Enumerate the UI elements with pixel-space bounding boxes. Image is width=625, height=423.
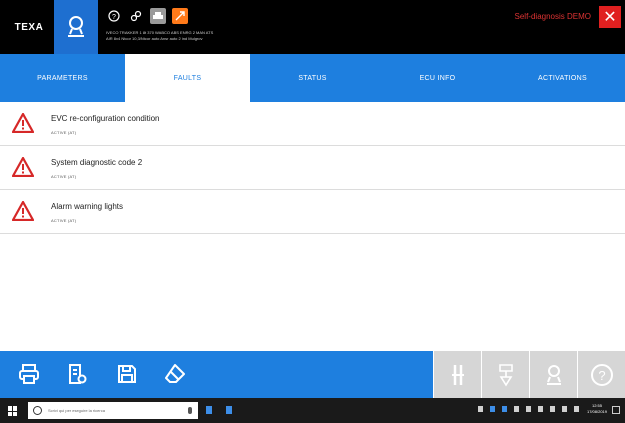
taskbar-app-icon[interactable] xyxy=(206,406,212,414)
self-diagnosis-label: Self-diagnosis DEMO xyxy=(514,12,591,21)
save-button[interactable] xyxy=(112,359,142,389)
header-icons: ? xyxy=(106,8,188,24)
user-button[interactable] xyxy=(529,351,577,398)
battery-icon[interactable] xyxy=(550,406,555,412)
taskbar-search-input[interactable]: Scrivi qui per eseguire la ricerca xyxy=(28,402,198,419)
fault-list: EVC re-configuration condition ACTIVE (A… xyxy=(0,102,625,234)
svg-text:?: ? xyxy=(112,14,116,21)
clock-date: 17/08/2019 xyxy=(586,409,607,414)
taskbar-app-icon[interactable] xyxy=(226,406,232,414)
network-icon[interactable] xyxy=(514,406,519,412)
user-icon xyxy=(68,16,84,37)
fault-row[interactable]: System diagnostic code 2 ACTIVE (AT) xyxy=(0,146,625,190)
tools-icon xyxy=(451,364,464,385)
warning-icon xyxy=(12,157,34,177)
tab-label: ACTIVATIONS xyxy=(538,74,587,82)
taskbar-clock[interactable]: 12:55 17/08/2019 xyxy=(587,403,607,415)
help-icon[interactable]: ? xyxy=(106,8,122,24)
microphone-icon[interactable] xyxy=(188,407,192,414)
brand-text: TEXA xyxy=(14,21,44,33)
system-tray xyxy=(478,406,579,412)
link-icon[interactable] xyxy=(128,8,144,24)
report-button[interactable] xyxy=(62,359,92,389)
right-tool-group: ? xyxy=(433,351,625,398)
pen-icon[interactable] xyxy=(478,406,483,412)
fault-row[interactable]: Alarm warning lights ACTIVE (AT) xyxy=(0,190,625,234)
tab-activations[interactable]: ACTIVATIONS xyxy=(500,54,625,102)
fault-row[interactable]: EVC re-configuration condition ACTIVE (A… xyxy=(0,102,625,146)
close-icon: ✕ xyxy=(603,9,617,26)
wifi-icon[interactable] xyxy=(562,406,567,412)
user-icon xyxy=(546,364,561,385)
car-icon[interactable] xyxy=(150,8,166,24)
chevron-up-icon[interactable] xyxy=(526,406,531,412)
volume-icon[interactable] xyxy=(538,406,543,412)
print-icon xyxy=(19,364,39,384)
tab-ecu-info[interactable]: ECU INFO xyxy=(375,54,500,102)
close-button[interactable]: ✕ xyxy=(599,6,621,28)
print-button[interactable] xyxy=(14,359,44,389)
clear-button[interactable] xyxy=(160,359,190,389)
fault-status: ACTIVE (AT) xyxy=(51,218,77,223)
fault-status: ACTIVE (AT) xyxy=(51,174,77,179)
report-icon xyxy=(69,364,87,384)
notification-icon[interactable] xyxy=(612,406,620,414)
bluetooth-icon[interactable] xyxy=(490,406,495,412)
search-placeholder: Scrivi qui per eseguire la ricerca xyxy=(48,408,105,413)
diagnosis-icon[interactable] xyxy=(172,8,188,24)
warning-icon xyxy=(12,113,34,133)
texa-logo: TEXA xyxy=(6,0,52,54)
windows-taskbar: Scrivi qui per eseguire la ricerca 12:55… xyxy=(0,398,625,423)
fault-title: EVC re-configuration condition xyxy=(51,114,160,123)
store-icon[interactable] xyxy=(502,406,507,412)
vehicle-info: IVECO TRAKKER 1 8t 370 WABCO ABS ENRG 2 … xyxy=(106,30,366,42)
help-button[interactable]: ? xyxy=(577,351,625,398)
tab-label: FAULTS xyxy=(173,74,202,82)
app-header: TEXA ? IVECO TRAKKER 1 8t 370 WABCO ABS … xyxy=(0,0,625,54)
tab-label: PARAMETERS xyxy=(37,74,88,82)
user-profile-button[interactable] xyxy=(54,0,98,54)
fault-title: Alarm warning lights xyxy=(51,202,124,211)
tools-button[interactable] xyxy=(433,351,481,398)
keyboard-icon[interactable] xyxy=(574,406,579,412)
cortana-icon xyxy=(33,406,42,415)
tab-faults[interactable]: FAULTS xyxy=(125,54,250,102)
tab-parameters[interactable]: PARAMETERS xyxy=(0,54,125,102)
warning-icon xyxy=(12,201,34,221)
tab-label: STATUS xyxy=(298,74,327,82)
clear-icon xyxy=(165,364,185,383)
windows-start-icon[interactable] xyxy=(8,406,18,416)
fault-title: System diagnostic code 2 xyxy=(51,158,143,167)
ecu-button[interactable] xyxy=(481,351,529,398)
ecu-icon xyxy=(498,363,513,387)
tab-bar: PARAMETERS FAULTS STATUS ECU INFO ACTIVA… xyxy=(0,54,625,102)
tab-status[interactable]: STATUS xyxy=(250,54,375,102)
taskbar-apps xyxy=(206,406,232,414)
svg-text:?: ? xyxy=(598,368,605,383)
bottom-toolbar: ? xyxy=(0,351,625,398)
vehicle-info-line2: AIR 8x4 Ntcor 10,3/Ntcor auto Ansr auto … xyxy=(106,36,203,41)
help-icon: ? xyxy=(590,363,613,386)
save-icon xyxy=(118,365,136,383)
tab-label: ECU INFO xyxy=(419,74,456,82)
fault-status: ACTIVE (AT) xyxy=(51,130,77,135)
